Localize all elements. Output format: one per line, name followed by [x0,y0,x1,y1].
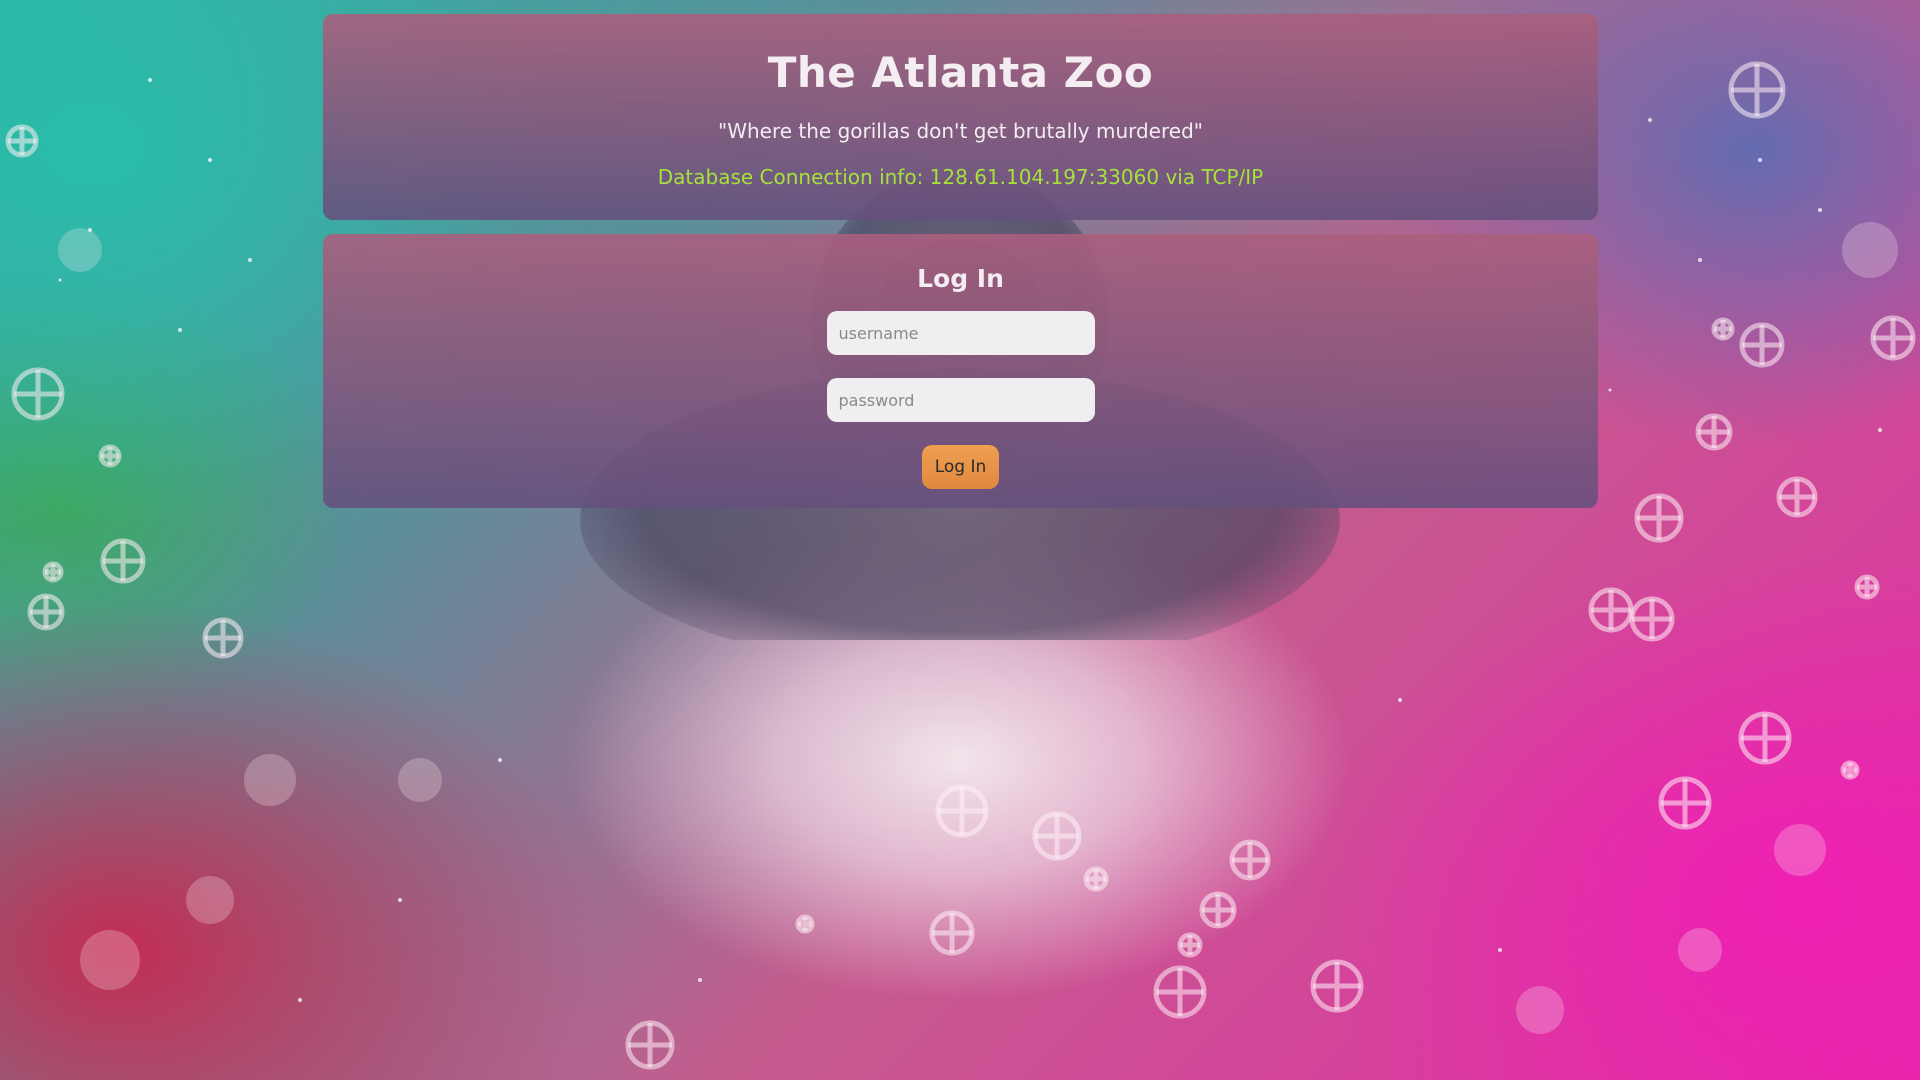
crosshair-circle-icon [1032,811,1082,861]
login-heading: Log In [917,264,1004,293]
crosshair-circle-icon [11,367,65,421]
crosshair-circle-icon [1229,839,1271,881]
crosshair-circle-icon [1695,413,1733,451]
crosshair-circle-icon [1310,959,1364,1013]
crosshair-circle-icon [1083,866,1109,892]
crosshair-circle-icon [1199,891,1237,929]
crosshair-circle-icon [1153,965,1207,1019]
crosshair-circle-icon [1634,493,1684,543]
crosshair-circle-icon [929,910,975,956]
crosshair-circle-icon [1854,574,1880,600]
crosshair-circle-icon [98,444,122,468]
crosshair-circle-icon [42,561,64,583]
tagline: "Where the gorillas don't get brutally m… [718,119,1203,143]
page-title: The Atlanta Zoo [767,48,1154,97]
crosshair-circle-icon [5,124,39,158]
username-input[interactable] [826,311,1095,355]
login-panel: Log In Log In [323,234,1598,508]
crosshair-circle-icon [625,1020,675,1070]
header-panel: The Atlanta Zoo "Where the gorillas don'… [323,14,1598,220]
crosshair-circle-icon [202,617,244,659]
crosshair-circle-icon [100,538,146,584]
crosshair-circle-icon [1588,587,1634,633]
password-input[interactable] [826,378,1095,422]
crosshair-circle-icon [1658,776,1712,830]
login-button[interactable]: Log In [922,445,999,489]
crosshair-circle-icon [1840,760,1860,780]
crosshair-circle-icon [935,784,989,838]
crosshair-circle-icon [1776,476,1818,518]
crosshair-circle-icon [1870,315,1916,361]
crosshair-circle-icon [1738,711,1792,765]
crosshair-circle-icon [1739,322,1785,368]
crosshair-circle-icon [1711,317,1735,341]
crosshair-circle-icon [1728,61,1786,119]
crosshair-circle-icon [1629,596,1675,642]
crosshair-circle-icon [1177,932,1203,958]
crosshair-circle-icon [27,593,65,631]
crosshair-circle-icon [795,914,815,934]
database-connection-info: Database Connection info: 128.61.104.197… [657,165,1264,189]
